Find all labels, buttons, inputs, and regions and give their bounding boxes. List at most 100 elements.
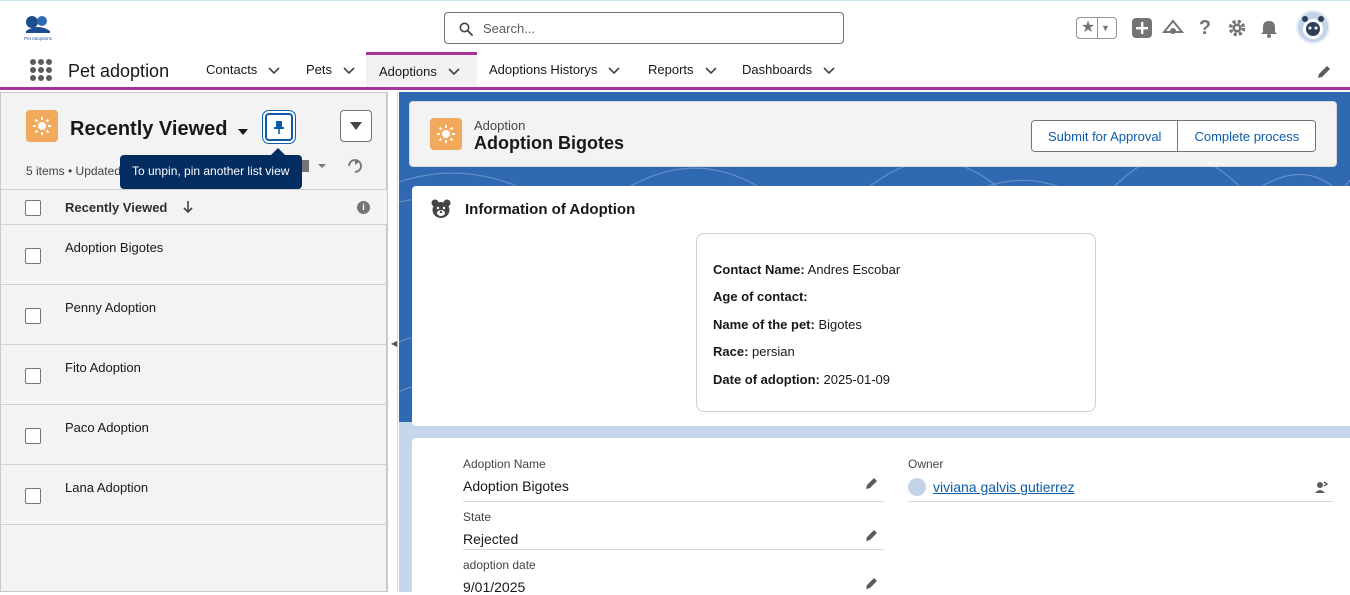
tab-label: Adoptions xyxy=(379,63,437,79)
tab-label: Contacts xyxy=(206,62,258,77)
tab-dashboards[interactable]: Dashboards xyxy=(742,52,836,87)
record-title: Adoption Bigotes xyxy=(474,133,624,153)
list-item[interactable]: Lana Adoption xyxy=(1,465,387,525)
list-view-title[interactable]: Recently Viewed xyxy=(70,118,227,141)
tab-label: Pets xyxy=(306,62,333,77)
tab-adoptions[interactable]: Adoptions xyxy=(366,52,477,87)
chevron-down-icon[interactable] xyxy=(447,64,461,78)
tab-contacts[interactable]: Contacts xyxy=(206,52,281,87)
trailhead-guidance-button[interactable] xyxy=(1162,17,1184,39)
display-as-icon[interactable] xyxy=(299,158,369,174)
info-label: Name of the pet: xyxy=(713,317,815,332)
search-placeholder: Search... xyxy=(483,21,536,36)
tab-reports[interactable]: Reports xyxy=(648,52,718,87)
record-highlights-panel: Adoption Adoption Bigotes Submit for App… xyxy=(409,101,1337,167)
help-button[interactable]: ? xyxy=(1194,17,1216,39)
pin-list-view-button[interactable] xyxy=(265,113,293,141)
row-checkbox[interactable] xyxy=(25,488,41,504)
field-state: State Rejected xyxy=(463,510,884,550)
info-label: Race: xyxy=(713,344,749,359)
global-actions-button[interactable] xyxy=(1131,17,1153,39)
list-item[interactable]: Adoption Bigotes xyxy=(1,225,387,285)
field-adoption-date: adoption date 9/01/2025 xyxy=(463,558,884,595)
list-item[interactable]: Penny Adoption xyxy=(1,285,387,345)
field-adoption-name: Adoption Name Adoption Bigotes xyxy=(463,457,884,502)
owner-avatar xyxy=(908,478,926,496)
field-divider xyxy=(463,501,884,502)
list-item-label[interactable]: Fito Adoption xyxy=(65,360,141,375)
app-navigation-bar: Pet adoption Contacts Pets Adoptions Ado… xyxy=(0,52,1350,90)
list-item[interactable]: Paco Adoption xyxy=(1,405,387,465)
record-actions: Submit for Approval Complete process xyxy=(1031,120,1317,152)
bear-icon xyxy=(431,199,451,218)
info-label: Contact Name: xyxy=(713,262,805,277)
select-all-checkbox[interactable] xyxy=(25,200,41,216)
list-item-label[interactable]: Adoption Bigotes xyxy=(65,240,163,255)
pencil-icon[interactable] xyxy=(865,528,879,542)
global-header: Pet Adoptions Search... ★ ▼ ? xyxy=(0,0,1350,52)
adoption-object-icon xyxy=(430,118,462,150)
info-value: Andres Escobar xyxy=(807,262,901,277)
sort-arrow-down-icon[interactable] xyxy=(181,200,195,214)
list-view-picker-icon[interactable] xyxy=(237,128,249,136)
tab-label: Adoptions Historys xyxy=(489,62,598,77)
favorites-divider xyxy=(1097,18,1098,38)
field-divider xyxy=(908,501,1333,502)
record-object-type: Adoption xyxy=(474,118,526,133)
user-avatar[interactable] xyxy=(1296,10,1330,44)
chevron-down-icon[interactable] xyxy=(267,63,281,77)
field-owner: Owner viviana galvis gutierrez xyxy=(908,457,1333,502)
notifications-button[interactable] xyxy=(1258,17,1280,39)
row-checkbox[interactable] xyxy=(25,368,41,384)
pin-icon xyxy=(274,121,284,134)
pencil-icon[interactable] xyxy=(865,476,879,490)
setup-button[interactable] xyxy=(1226,17,1248,39)
field-label: Owner xyxy=(908,457,944,471)
chevron-down-icon[interactable] xyxy=(704,63,718,77)
list-item-label[interactable]: Penny Adoption xyxy=(65,300,156,315)
edit-nav-icon[interactable] xyxy=(1316,64,1332,80)
change-owner-icon[interactable] xyxy=(1314,480,1328,494)
field-value: 9/01/2025 xyxy=(463,579,526,595)
tab-label: Reports xyxy=(648,62,694,77)
details-card: Adoption Name Adoption Bigotes Owner viv… xyxy=(412,438,1350,595)
chevron-down-icon xyxy=(350,122,362,130)
row-checkbox[interactable] xyxy=(25,428,41,444)
owner-link[interactable]: viviana galvis gutierrez xyxy=(933,479,1075,495)
list-view-meta: 5 items • Updated xyxy=(26,164,121,178)
pencil-icon[interactable] xyxy=(865,576,879,590)
row-checkbox[interactable] xyxy=(25,308,41,324)
list-view-controls-button[interactable] xyxy=(340,110,372,142)
trailhead-icon xyxy=(1162,19,1184,34)
add-icon xyxy=(1132,18,1152,38)
submit-for-approval-button[interactable]: Submit for Approval xyxy=(1032,121,1178,151)
complete-process-button[interactable]: Complete process xyxy=(1177,121,1316,151)
info-icon[interactable]: i xyxy=(357,201,370,214)
chevron-down-icon[interactable] xyxy=(822,63,836,77)
list-item[interactable]: Fito Adoption xyxy=(1,345,387,405)
chevron-down-icon[interactable]: ▼ xyxy=(1101,18,1110,38)
info-value: Bigotes xyxy=(818,317,862,332)
global-search-input[interactable]: Search... xyxy=(444,12,844,44)
tab-pets[interactable]: Pets xyxy=(306,52,356,87)
info-label: Age of contact: xyxy=(713,289,808,304)
favorites-button[interactable]: ★ ▼ xyxy=(1076,17,1117,39)
logo-text: Pet Adoptions xyxy=(24,36,53,41)
help-icon: ? xyxy=(1198,16,1212,39)
tab-adoptions-historys[interactable]: Adoptions Historys xyxy=(489,52,621,87)
split-view-toggle[interactable]: ◀ xyxy=(389,92,398,592)
info-contact-name: Contact Name: Andres Escobar xyxy=(713,262,900,277)
field-label: Adoption Name xyxy=(463,457,546,471)
list-item-label[interactable]: Lana Adoption xyxy=(65,480,148,495)
star-icon: ★ xyxy=(1080,19,1096,36)
chevron-down-icon[interactable] xyxy=(342,63,356,77)
info-value: 2025-01-09 xyxy=(823,372,891,387)
app-launcher-icon[interactable] xyxy=(30,59,52,81)
row-checkbox[interactable] xyxy=(25,248,41,264)
list-item-label[interactable]: Paco Adoption xyxy=(65,420,149,435)
column-header-recently-viewed[interactable]: Recently Viewed xyxy=(65,200,167,215)
chevron-down-icon[interactable] xyxy=(607,63,621,77)
collapse-left-icon[interactable]: ◀ xyxy=(391,339,397,348)
pet-adoptions-logo[interactable]: Pet Adoptions xyxy=(22,13,54,41)
list-view-header-row: Recently Viewed i xyxy=(1,189,387,225)
